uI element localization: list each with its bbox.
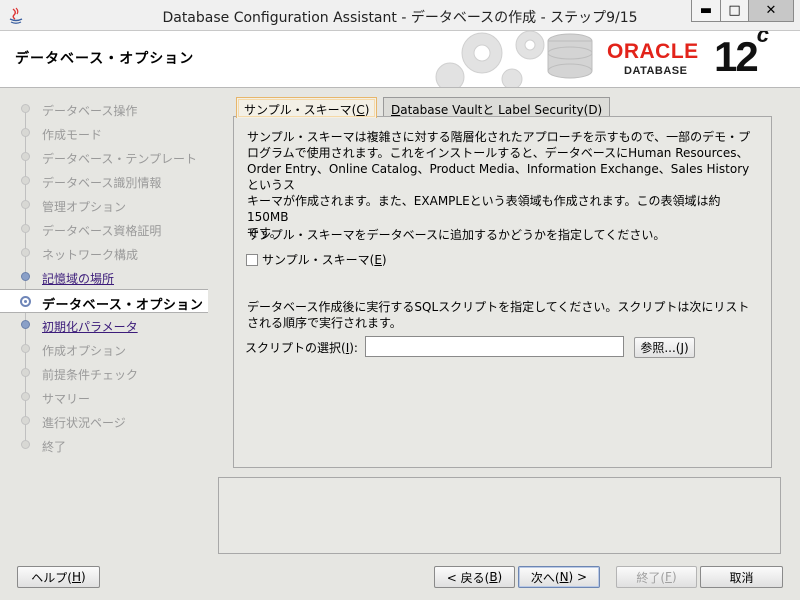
- version-logo: 12c: [714, 31, 769, 80]
- tab-database-vault[interactable]: Database Vaultと Label Security(D): [383, 97, 611, 117]
- close-icon: ✕: [765, 3, 777, 18]
- step-item[interactable]: 記憶域の場所: [0, 265, 208, 289]
- script-select-input[interactable]: [365, 336, 624, 357]
- step-dot-icon: [21, 320, 30, 329]
- step-item: ネットワーク構成: [0, 241, 208, 265]
- step-dot-icon: [21, 392, 30, 401]
- step-item: データベース操作: [0, 97, 208, 121]
- step-label: 前提条件チェック: [42, 368, 139, 382]
- close-button[interactable]: ✕: [748, 0, 794, 22]
- step-dot-icon: [21, 200, 30, 209]
- step-item: サマリー: [0, 385, 208, 409]
- step-label: 終了: [42, 440, 67, 454]
- sample-schema-description: サンプル・スキーマは複雑さに対する階層化されたアプローチを示すもので、一部のデモ…: [247, 130, 751, 240]
- step-label: 進行状況ページ: [42, 416, 126, 430]
- sql-script-prompt: データベース作成後に実行するSQLスクリプトを指定してください。スクリプトは次に…: [247, 300, 750, 330]
- gears-database-graphic: [435, 31, 593, 87]
- step-label[interactable]: 記憶域の場所: [42, 270, 114, 287]
- step-item: データベース・テンプレート: [0, 145, 208, 169]
- step-label: データベース識別情報: [42, 176, 162, 190]
- tab-sample-schemas[interactable]: サンプル・スキーマ(C): [236, 97, 378, 118]
- step-item: 作成オプション: [0, 337, 208, 361]
- step-item[interactable]: 初期化パラメータ: [0, 313, 208, 337]
- title-bar: Database Configuration Assistant - データベー…: [0, 0, 800, 31]
- step-label: ネットワーク構成: [42, 248, 139, 262]
- cancel-button[interactable]: 取消: [700, 566, 783, 588]
- step-label: データベース・オプション: [42, 298, 204, 313]
- minimize-icon: ▬: [699, 3, 713, 18]
- step-label: サマリー: [42, 392, 91, 406]
- header-banner: データベース・オプション ORACLE DATABASE 12c: [0, 31, 800, 87]
- step-item: データベース・オプション: [0, 289, 208, 313]
- maximize-icon: □: [728, 3, 741, 18]
- step-label: データベース操作: [42, 104, 138, 118]
- minimize-button[interactable]: ▬: [691, 0, 720, 22]
- step-label: データベース・テンプレート: [42, 152, 198, 166]
- sample-schema-checkbox[interactable]: [246, 253, 258, 266]
- step-item: データベース識別情報: [0, 169, 208, 193]
- step-item: データベース資格証明: [0, 217, 208, 241]
- step-dot-icon: [21, 368, 30, 377]
- oracle-logo: ORACLE: [607, 40, 699, 63]
- page-title: データベース・オプション: [15, 51, 195, 67]
- add-sample-prompt: サンプル・スキーマをデータベースに追加するかどうかを指定してください。: [247, 228, 666, 242]
- step-item: 管理オプション: [0, 193, 208, 217]
- step-label: 作成モード: [42, 128, 103, 142]
- step-dot-icon: [20, 296, 31, 307]
- sample-schema-checkbox-row[interactable]: サンプル・スキーマ(E): [246, 251, 387, 268]
- step-item: 作成モード: [0, 121, 208, 145]
- step-label[interactable]: 初期化パラメータ: [42, 318, 138, 335]
- step-dot-icon: [21, 440, 30, 449]
- step-dot-icon: [21, 176, 30, 185]
- header-separator: [0, 87, 800, 88]
- step-dot-icon: [21, 272, 30, 281]
- finish-button: 終了(F): [616, 566, 697, 588]
- step-dot-icon: [21, 224, 30, 233]
- step-dot-icon: [21, 248, 30, 257]
- step-dot-icon: [21, 104, 30, 113]
- step-label: データベース資格証明: [42, 224, 162, 238]
- step-label: 管理オプション: [42, 200, 127, 214]
- script-select-label: スクリプトの選択(I):: [245, 341, 358, 355]
- step-dot-icon: [21, 416, 30, 425]
- browse-button[interactable]: 参照...(J): [634, 337, 695, 358]
- step-item: 進行状況ページ: [0, 409, 208, 433]
- message-panel: [218, 477, 781, 554]
- step-label: 作成オプション: [42, 344, 127, 358]
- back-button[interactable]: < 戻る(B): [434, 566, 515, 588]
- step-item: 前提条件チェック: [0, 361, 208, 385]
- step-dot-icon: [21, 128, 30, 137]
- help-button[interactable]: ヘルプ(H): [17, 566, 100, 588]
- step-dot-icon: [21, 152, 30, 161]
- oracle-database-label: DATABASE: [624, 65, 688, 77]
- window-title: Database Configuration Assistant - データベー…: [162, 10, 638, 26]
- maximize-button[interactable]: □: [720, 0, 748, 22]
- step-item: 終了: [0, 433, 208, 457]
- step-dot-icon: [21, 344, 30, 353]
- sample-schemas-panel: サンプル・スキーマは複雑さに対する階層化されたアプローチを示すもので、一部のデモ…: [233, 116, 772, 468]
- next-button[interactable]: 次へ(N) >: [518, 566, 600, 588]
- sample-schema-checkbox-label[interactable]: サンプル・スキーマ(E): [262, 251, 387, 268]
